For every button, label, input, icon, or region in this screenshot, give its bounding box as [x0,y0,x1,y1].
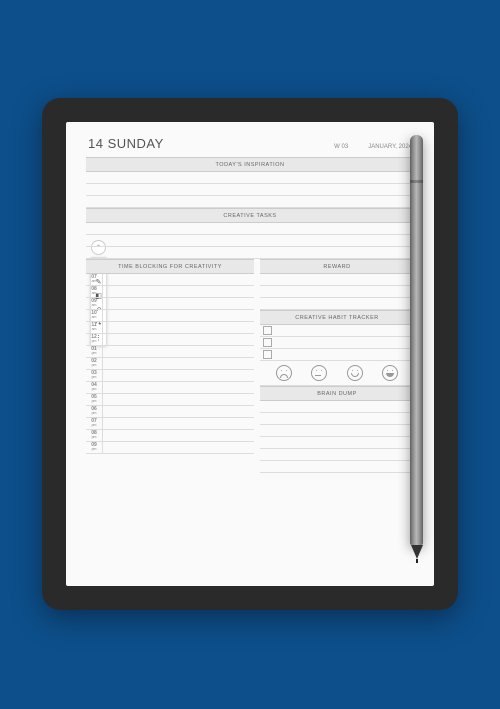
page-header: 14 SUNDAY W 03 JANUARY, 2024 [86,136,414,151]
reward-area[interactable] [260,274,414,310]
time-row: 11am [86,322,254,334]
time-row: 06pm [86,406,254,418]
tablet-screen: ⌃ ✎ ✎ ◧ ↶ ↷ ⋮ 14 SUNDAY W 03 JANUARY, 20… [66,122,434,586]
week-number: W 03 [334,144,348,150]
time-row: 02pm [86,358,254,370]
time-row: 07pm [86,418,254,430]
brain-dump-area[interactable] [260,401,414,473]
habit-row [260,337,414,349]
mood-selector [260,361,414,386]
mood-very-happy-icon[interactable] [382,365,398,381]
habit-checkbox[interactable] [263,326,272,335]
time-row: 10am [86,310,254,322]
time-row: 09am [86,298,254,310]
time-row: 08pm [86,430,254,442]
habit-tracker-area[interactable] [260,325,414,361]
creative-tasks-header: CREATIVE TASKS [86,208,414,223]
time-blocking-header: TIME BLOCKING FOR CREATIVITY [86,259,254,274]
mood-neutral-icon[interactable] [311,365,327,381]
mood-sad-icon[interactable] [276,365,292,381]
time-row: 01pm [86,346,254,358]
time-row: 08am [86,286,254,298]
habit-checkbox[interactable] [263,338,272,347]
time-row: 09pm [86,442,254,454]
habit-tracker-header: CREATIVE HABIT TRACKER [260,310,414,325]
time-row: 03pm [86,370,254,382]
habit-row [260,349,414,361]
mood-happy-icon[interactable] [347,365,363,381]
habit-checkbox[interactable] [263,350,272,359]
time-blocking-grid[interactable]: 07am 08am 09am 10am 11am 12pm 01pm 02pm … [86,274,254,454]
tablet-device: ⌃ ✎ ✎ ◧ ↶ ↷ ⋮ 14 SUNDAY W 03 JANUARY, 20… [42,98,458,610]
inspiration-header: TODAY'S INSPIRATION [86,157,414,172]
creative-tasks-area[interactable] [86,223,414,259]
date-heading: 14 SUNDAY [88,136,164,151]
habit-row [260,325,414,337]
month-year: JANUARY, 2024 [368,144,412,150]
time-row: 12pm [86,334,254,346]
inspiration-area[interactable] [86,172,414,208]
time-row: 05pm [86,394,254,406]
reward-header: REWARD [260,259,414,274]
brain-dump-header: BRAIN DUMP [260,386,414,401]
time-row: 07am [86,274,254,286]
stylus-pen [410,135,423,585]
planner-page: 14 SUNDAY W 03 JANUARY, 2024 TODAY'S INS… [86,136,414,572]
time-row: 04pm [86,382,254,394]
